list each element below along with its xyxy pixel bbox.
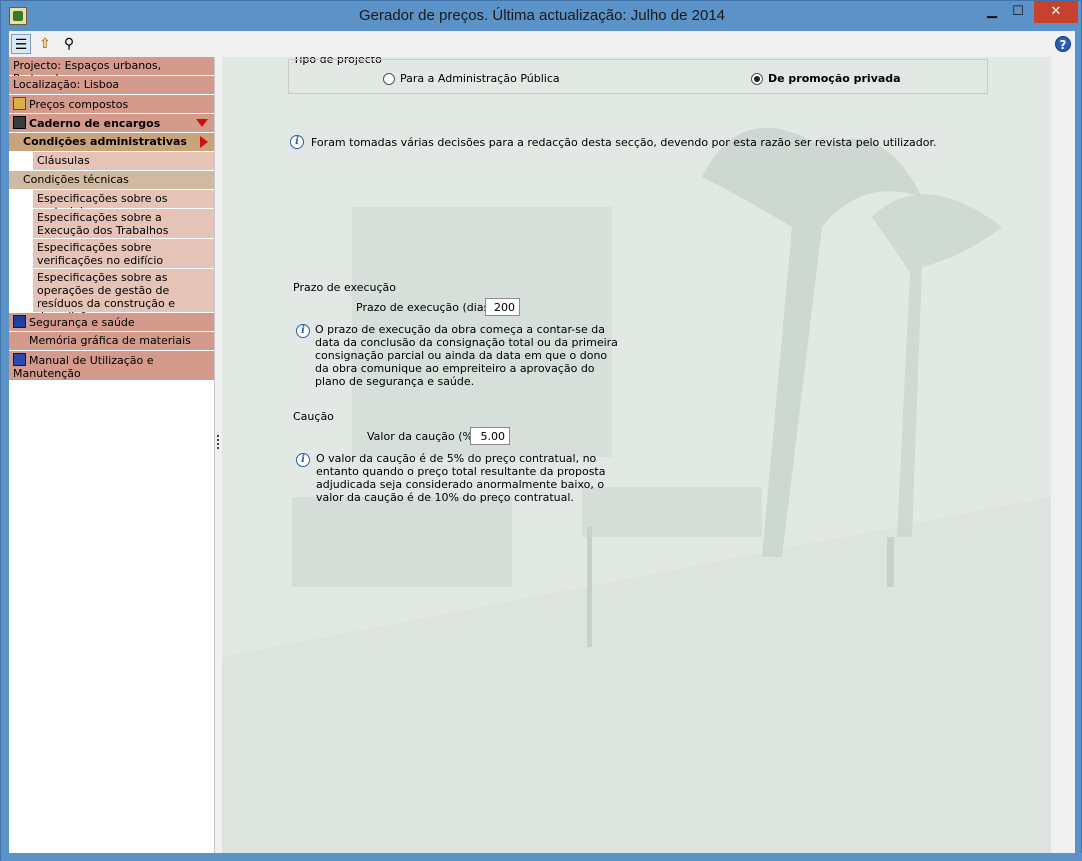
caucao-info-line: O valor da caução é de 5% do preço contr… xyxy=(316,452,597,465)
sidebar-item-cond-tec[interactable]: Condições técnicas xyxy=(9,171,214,190)
close-button[interactable]: ✕ xyxy=(1034,1,1078,23)
precos-icon xyxy=(13,97,26,110)
sidebar-item-manual[interactable]: Manual de Utilização e Manutenção xyxy=(9,351,214,381)
sidebar-item-precos[interactable]: Preços compostos xyxy=(9,95,214,114)
prazo-info-line: plano de segurança e saúde. xyxy=(315,375,475,388)
info-decisoes-text: Foram tomadas várias decisões para a red… xyxy=(311,136,937,149)
sidebar-item-localizacao[interactable]: Localização: Lisboa xyxy=(9,76,214,95)
sidebar-item-label: Preços compostos xyxy=(29,98,129,111)
expand-right-icon xyxy=(200,136,208,148)
minimize-button[interactable]: ▁ xyxy=(979,1,1005,23)
vertical-scrollbar[interactable] xyxy=(1051,57,1075,853)
prazo-section-label: Prazo de execução xyxy=(293,281,397,294)
manual-icon xyxy=(13,353,26,366)
info-icon: i xyxy=(290,135,304,149)
info-icon: i xyxy=(296,324,310,338)
sidebar-item-projecto[interactable]: Projecto: Espaços urbanos, Portugal xyxy=(9,57,214,85)
prazo-info-line: data da conclusão da consignação total o… xyxy=(315,336,618,349)
window-title: Gerador de preços. Última actualização: … xyxy=(358,7,726,24)
caucao-input[interactable]: 5.00 xyxy=(470,427,510,445)
sidebar-item-esp-verificacoes[interactable]: Especificações sobre verificações no edi… xyxy=(33,239,214,280)
radio-administracao[interactable] xyxy=(383,73,395,85)
radio-privada[interactable] xyxy=(751,73,763,85)
list-icon[interactable]: ☰ xyxy=(11,34,31,54)
title-bar[interactable]: Gerador de preços. Última actualização: … xyxy=(1,1,1082,31)
prazo-input[interactable]: 200 xyxy=(485,298,520,316)
sidebar-item-memoria[interactable]: Memória gráfica de materiais xyxy=(9,332,214,351)
main-panel: Tipo de projecto Para a Administração Pú… xyxy=(222,57,1051,853)
sidebar-item-esp-residuos[interactable]: Especificações sobre as operações de ges… xyxy=(33,269,214,323)
prazo-info-line: da obra comunique ao empreiteiro a aprov… xyxy=(315,362,595,375)
seguranca-icon xyxy=(13,315,26,328)
binoculars-icon[interactable]: ⚲ xyxy=(59,34,79,54)
toolbar: ☰ ⇧ ⚲ ? xyxy=(9,31,1075,57)
prazo-info-line: consignação parcial ou ainda da data em … xyxy=(315,349,608,362)
sidebar-item-esp-materiais[interactable]: Especificações sobre os materiais xyxy=(33,190,214,218)
sidebar-item-esp-execucao[interactable]: Especificações sobre a Execução dos Trab… xyxy=(33,209,214,239)
caucao-info-line: valor da caução é de 10% do preço contra… xyxy=(316,491,574,504)
sidebar-item-label: Segurança e saúde xyxy=(29,316,135,329)
tipo-projecto-group: Para a Administração Pública De promoção… xyxy=(288,59,988,94)
radio-privada-label[interactable]: De promoção privada xyxy=(768,72,901,85)
help-icon[interactable]: ? xyxy=(1055,36,1071,52)
expand-down-icon xyxy=(196,119,208,127)
sidebar-item-label: Condições administrativas xyxy=(23,135,187,148)
caucao-field-label: Valor da caução (%): xyxy=(367,430,481,443)
caderno-icon xyxy=(13,116,26,129)
radio-administracao-label[interactable]: Para a Administração Pública xyxy=(400,72,560,85)
arrow-up-icon[interactable]: ⇧ xyxy=(35,34,55,54)
sidebar-item-cond-admin[interactable]: Condições administrativas xyxy=(9,133,214,152)
sidebar: Projecto: Espaços urbanos, Portugal Loca… xyxy=(9,57,215,853)
sidebar-item-label: Caderno de encargos xyxy=(29,117,161,130)
caucao-info-line: entanto quando o preço total resultante … xyxy=(316,465,606,478)
caucao-info-line: adjudicada seja considerado anormalmente… xyxy=(316,478,605,491)
prazo-info-line: O prazo de execução da obra começa a con… xyxy=(315,323,605,336)
sidebar-item-clausulas[interactable]: Cláusulas xyxy=(33,152,214,171)
app-window: Gerador de preços. Última actualização: … xyxy=(0,0,1082,861)
sidebar-item-caderno[interactable]: Caderno de encargos xyxy=(9,114,214,133)
splitter[interactable] xyxy=(215,57,222,853)
sidebar-item-label: Manual de Utilização e Manutenção xyxy=(13,354,154,380)
info-icon: i xyxy=(296,453,310,467)
caucao-section-label: Caução xyxy=(293,410,334,423)
maximize-button[interactable]: ☐ xyxy=(1005,1,1031,23)
sidebar-item-seguranca[interactable]: Segurança e saúde xyxy=(9,313,214,332)
splitter-grip[interactable] xyxy=(217,435,219,449)
prazo-field-label: Prazo de execução (dias): xyxy=(356,301,498,314)
